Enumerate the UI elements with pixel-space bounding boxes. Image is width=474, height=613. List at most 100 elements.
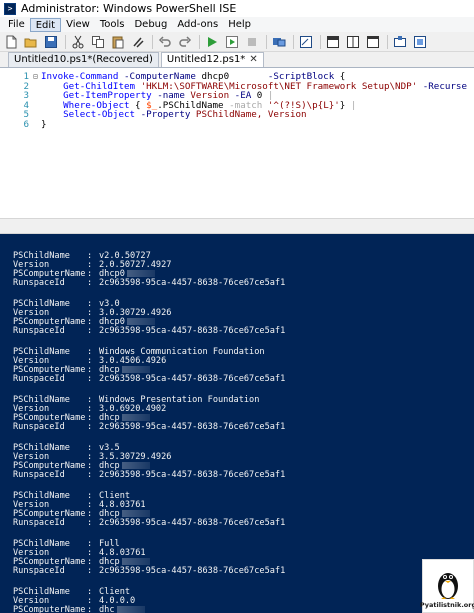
property-name: RunspaceId xyxy=(13,278,65,288)
addons-icon[interactable] xyxy=(412,34,428,50)
open-icon[interactable] xyxy=(23,34,39,50)
run-selection-icon[interactable] xyxy=(224,34,240,50)
property-separator: : xyxy=(87,278,93,288)
stop-icon[interactable] xyxy=(244,34,260,50)
property-name: RunspaceId xyxy=(13,518,65,528)
output-record: PSChildName: Client Version:4.8.03761 PSCom… xyxy=(13,492,474,528)
output-line: RunspaceId:2c963598-95ca-4457-8638-76ce6… xyxy=(13,327,474,336)
tab-untitled10[interactable]: Untitled10.ps1*(Recovered) xyxy=(8,52,159,67)
menu-edit[interactable]: Edit xyxy=(29,17,62,32)
output-line: RunspaceId:2c963598-95ca-4457-8638-76ce6… xyxy=(13,519,474,528)
output-line: PSChildName: Client xyxy=(13,492,474,501)
output-line: RunspaceId:2c963598-95ca-4457-8638-76ce6… xyxy=(13,279,474,288)
property-separator: : xyxy=(87,518,93,528)
output-record: PSChildName: v3.5 Version:3.5.30729.4926 PS… xyxy=(13,444,474,480)
output-record: PSChildName: Windows Presentation Foundat… xyxy=(13,396,474,432)
code-line: 5 Select-Object -Property PSChildName, V… xyxy=(0,110,474,120)
output-record: PSChildName: v2.0.50727 Version:2.0.50727.… xyxy=(13,252,474,288)
menu-file[interactable]: File xyxy=(3,18,30,32)
property-name: RunspaceId xyxy=(13,470,65,480)
property-value: 2c963598-95ca-4457-8638-76ce67ce5af1 xyxy=(99,518,286,528)
toolbar-separator xyxy=(293,34,294,49)
code-token: | xyxy=(350,99,357,111)
toolbar-separator xyxy=(199,34,200,49)
layout-top-icon[interactable] xyxy=(325,34,341,50)
output-line: PSChildName: v3.0 xyxy=(13,300,474,309)
output-record: PSChildName: Full Version:4.8.03761 PSCompu… xyxy=(13,540,474,576)
code-token: } xyxy=(41,119,47,130)
new-icon[interactable] xyxy=(3,34,19,50)
menu-help[interactable]: Help xyxy=(223,18,256,32)
redacted-blur xyxy=(121,462,150,469)
menu-debug[interactable]: Debug xyxy=(129,18,172,32)
watermark-text: Pyatilistnik.org xyxy=(419,601,474,609)
property-value: 2c963598-95ca-4457-8638-76ce67ce5af1 xyxy=(99,566,286,576)
layout-right-icon[interactable] xyxy=(345,34,361,50)
code-token: -Recurse xyxy=(422,80,467,92)
pane-splitter[interactable] xyxy=(0,218,474,234)
property-separator: : xyxy=(87,566,93,576)
toolbar-separator xyxy=(320,34,321,49)
save-icon[interactable] xyxy=(43,34,59,50)
redacted-blur xyxy=(126,270,155,277)
title-bar: > Administrator: Windows PowerShell ISE xyxy=(0,0,474,17)
cut-icon[interactable] xyxy=(70,34,86,50)
menu-bar: File Edit View Tools Debug Add-ons Help xyxy=(0,17,474,32)
output-line: PSChildName: Windows Presentation Foundat… xyxy=(13,396,474,405)
output-line: PSChildName: v2.0.50727 xyxy=(13,252,474,261)
property-separator: : xyxy=(87,326,93,336)
menu-view[interactable]: View xyxy=(61,18,95,32)
property-value: 2c963598-95ca-4457-8638-76ce67ce5af1 xyxy=(99,278,286,288)
copy-icon[interactable] xyxy=(90,34,106,50)
remote-powershell-icon[interactable] xyxy=(271,34,287,50)
output-line: PSChildName: Client xyxy=(13,588,474,597)
console-pane[interactable]: PSChildName: v2.0.50727 Version:2.0.50727.… xyxy=(0,234,474,613)
console-output: PSChildName: v2.0.50727 Version:2.0.50727.… xyxy=(0,252,474,613)
property-value: dhc xyxy=(99,605,115,613)
code-token: | xyxy=(467,81,474,92)
output-record: PSChildName: v3.0 Version:3.0.30729.4926 PS… xyxy=(13,300,474,336)
property-separator: : xyxy=(87,374,93,384)
undo-icon[interactable] xyxy=(157,34,173,50)
window-title: Administrator: Windows PowerShell ISE xyxy=(21,2,237,15)
output-line: RunspaceId:2c963598-95ca-4457-8638-76ce6… xyxy=(13,423,474,432)
property-separator: : xyxy=(87,422,93,432)
console-icon[interactable] xyxy=(298,34,314,50)
menu-addons[interactable]: Add-ons xyxy=(172,18,223,32)
show-commands-icon[interactable] xyxy=(392,34,408,50)
property-name: RunspaceId xyxy=(13,566,65,576)
tab-label: Untitled12.ps1* xyxy=(166,54,246,65)
paste-icon[interactable] xyxy=(110,34,126,50)
property-separator: : xyxy=(87,470,93,480)
clear-icon[interactable] xyxy=(130,34,146,50)
output-line: PSChildName: v3.5 xyxy=(13,444,474,453)
property-name: PSComputerName xyxy=(13,605,86,613)
redacted-blur xyxy=(116,606,145,613)
redacted-blur xyxy=(121,366,150,373)
code-text: Select-Object -Property PSChildName, Ver… xyxy=(41,109,307,121)
output-line: PSComputerName: dhc xyxy=(13,606,474,613)
fold-toggle-icon[interactable]: ⊟ xyxy=(33,72,38,82)
code-token: } xyxy=(339,99,351,111)
script-editor[interactable]: 1 ⊟ Invoke-Command -ComputerName dhcp0 -Sc… xyxy=(0,68,474,218)
code-token: PSChildName, Version xyxy=(190,109,307,121)
output-record: PSChildName: Windows Communication Founda… xyxy=(13,348,474,384)
close-icon[interactable]: ✕ xyxy=(249,53,257,67)
tab-untitled12[interactable]: Untitled12.ps1* ✕ xyxy=(160,52,264,67)
property-value: 2c963598-95ca-4457-8638-76ce67ce5af1 xyxy=(99,422,286,432)
run-icon[interactable] xyxy=(204,34,220,50)
menu-tools[interactable]: Tools xyxy=(95,18,130,32)
property-value: 2c963598-95ca-4457-8638-76ce67ce5af1 xyxy=(99,326,286,336)
property-name: RunspaceId xyxy=(13,422,65,432)
property-name: RunspaceId xyxy=(13,374,65,384)
layout-max-icon[interactable] xyxy=(365,34,381,50)
output-line: RunspaceId:2c963598-95ca-4457-8638-76ce6… xyxy=(13,375,474,384)
output-line: RunspaceId:2c963598-95ca-4457-8638-76ce6… xyxy=(13,567,474,576)
redo-icon[interactable] xyxy=(177,34,193,50)
redacted-blur xyxy=(121,510,150,517)
toolbar xyxy=(0,32,474,52)
output-line: PSChildName: Windows Communication Founda… xyxy=(13,348,474,357)
toolbar-separator xyxy=(65,34,66,49)
output-line: PSChildName: Full xyxy=(13,540,474,549)
toolbar-separator xyxy=(152,34,153,49)
